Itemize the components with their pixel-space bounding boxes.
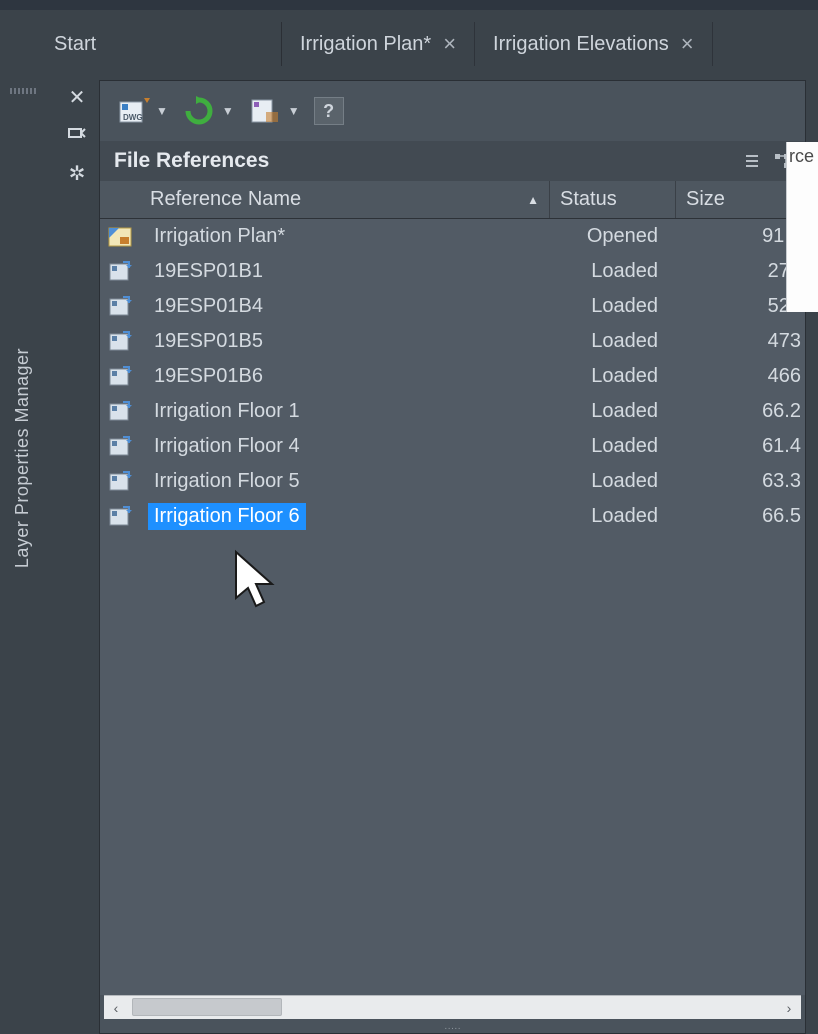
size-cell: 66.2 bbox=[676, 400, 805, 423]
status-cell: Loaded bbox=[550, 365, 676, 388]
close-icon[interactable]: × bbox=[443, 33, 456, 55]
status-cell: Loaded bbox=[550, 435, 676, 458]
size-cell: 61.4 bbox=[676, 435, 805, 458]
size-cell: 466 bbox=[676, 365, 805, 388]
tab-label: Irrigation Elevations bbox=[493, 33, 669, 56]
chevron-down-icon: ▼ bbox=[152, 104, 172, 118]
scroll-track[interactable] bbox=[128, 996, 777, 1019]
status-cell: Loaded bbox=[550, 330, 676, 353]
column-icon[interactable] bbox=[100, 181, 142, 218]
status-cell: Loaded bbox=[550, 505, 676, 528]
table-row[interactable]: Irrigation Floor 1Loaded66.2 bbox=[100, 394, 805, 429]
tab-irrigation-plan[interactable]: Irrigation Plan* × bbox=[282, 22, 475, 66]
size-cell: 473 bbox=[676, 330, 805, 353]
xref-panel: DWG ▼ ▼ bbox=[99, 80, 806, 1034]
chevron-down-icon: ▼ bbox=[218, 104, 238, 118]
tab-label: Start bbox=[54, 33, 96, 56]
table-row[interactable]: Irrigation Plan*Opened91.4 bbox=[100, 219, 805, 254]
status-cell: Loaded bbox=[550, 400, 676, 423]
right-panel-sliver: rce bbox=[786, 142, 818, 312]
size-cell: 63.3 bbox=[676, 470, 805, 493]
splitter-grip[interactable]: ····· bbox=[100, 1023, 805, 1033]
reference-name-cell[interactable]: 19ESP01B5 bbox=[142, 328, 550, 355]
xref-type-icon bbox=[100, 365, 142, 389]
scroll-thumb[interactable] bbox=[132, 998, 282, 1016]
status-cell: Opened bbox=[550, 225, 676, 248]
status-cell: Loaded bbox=[550, 260, 676, 283]
layer-manager-titlebar: Layer Properties Manager bbox=[0, 66, 45, 1034]
column-status[interactable]: Status bbox=[550, 181, 676, 218]
xref-type-icon bbox=[100, 435, 142, 459]
reference-name-cell[interactable]: Irrigation Floor 6 bbox=[142, 503, 550, 530]
refresh-button[interactable]: ▼ bbox=[180, 92, 240, 130]
reference-name-cell[interactable]: 19ESP01B6 bbox=[142, 363, 550, 390]
xref-type-icon bbox=[100, 400, 142, 424]
xref-toolbar: DWG ▼ ▼ bbox=[100, 81, 805, 141]
status-cell: Loaded bbox=[550, 295, 676, 318]
grip-icon[interactable] bbox=[10, 88, 36, 94]
status-cell: Loaded bbox=[550, 470, 676, 493]
close-icon[interactable]: × bbox=[681, 33, 694, 55]
reference-name-cell[interactable]: Irrigation Plan* bbox=[142, 223, 550, 250]
xref-type-icon bbox=[100, 330, 142, 354]
section-title: File References bbox=[114, 149, 269, 173]
palette-controls: ✕ ✲ bbox=[55, 80, 99, 1034]
size-cell: 66.5 bbox=[676, 505, 805, 528]
references-table: Reference Name ▲ Status Size Irrigation … bbox=[100, 181, 805, 995]
change-path-button[interactable]: ▼ bbox=[246, 92, 306, 130]
reference-name-cell[interactable]: Irrigation Floor 4 bbox=[142, 433, 550, 460]
xref-type-icon bbox=[100, 260, 142, 284]
table-row[interactable]: Irrigation Floor 4Loaded61.4 bbox=[100, 429, 805, 464]
attach-dwg-button[interactable]: DWG ▼ bbox=[114, 92, 174, 130]
scroll-left-button[interactable]: ‹ bbox=[104, 996, 128, 1019]
help-icon: ? bbox=[314, 97, 344, 125]
column-reference-name[interactable]: Reference Name ▲ bbox=[142, 181, 550, 218]
reference-name-cell[interactable]: Irrigation Floor 1 bbox=[142, 398, 550, 425]
reference-name-cell[interactable]: 19ESP01B4 bbox=[142, 293, 550, 320]
table-row[interactable]: 19ESP01B1Loaded277 bbox=[100, 254, 805, 289]
table-row[interactable]: Irrigation Floor 6Loaded66.5 bbox=[100, 499, 805, 534]
xref-type-icon bbox=[100, 295, 142, 319]
scroll-right-button[interactable]: › bbox=[777, 996, 801, 1019]
close-palette-icon[interactable]: ✕ bbox=[66, 86, 88, 108]
table-row[interactable]: 19ESP01B6Loaded466 bbox=[100, 359, 805, 394]
ribbon-strip bbox=[0, 0, 818, 10]
document-tabs: Start Irrigation Plan* × Irrigation Elev… bbox=[0, 10, 818, 66]
table-header: Reference Name ▲ Status Size bbox=[100, 181, 805, 219]
reference-name-cell[interactable]: Irrigation Floor 5 bbox=[142, 468, 550, 495]
table-row[interactable]: Irrigation Floor 5Loaded63.3 bbox=[100, 464, 805, 499]
svg-text:DWG: DWG bbox=[123, 113, 143, 122]
list-view-icon[interactable] bbox=[743, 152, 761, 170]
settings-icon[interactable]: ✲ bbox=[66, 162, 88, 184]
auto-hide-icon[interactable] bbox=[66, 124, 88, 146]
table-row[interactable]: 19ESP01B5Loaded473 bbox=[100, 324, 805, 359]
file-references-header: File References bbox=[100, 141, 805, 181]
xref-type-icon bbox=[100, 505, 142, 529]
tab-label: Irrigation Plan* bbox=[300, 33, 431, 56]
reference-name-cell[interactable]: 19ESP01B1 bbox=[142, 258, 550, 285]
xref-type-icon bbox=[100, 470, 142, 494]
chevron-down-icon: ▼ bbox=[284, 104, 304, 118]
side-panel-title: Layer Properties Manager bbox=[12, 348, 33, 568]
help-button[interactable]: ? bbox=[312, 95, 346, 127]
table-row[interactable]: 19ESP01B4Loaded522 bbox=[100, 289, 805, 324]
horizontal-scrollbar[interactable]: ‹ › bbox=[104, 995, 801, 1019]
tab-start[interactable]: Start bbox=[36, 22, 282, 66]
sort-asc-icon: ▲ bbox=[527, 193, 539, 207]
xref-type-icon bbox=[100, 225, 142, 249]
tab-irrigation-elevations[interactable]: Irrigation Elevations × bbox=[475, 22, 713, 66]
